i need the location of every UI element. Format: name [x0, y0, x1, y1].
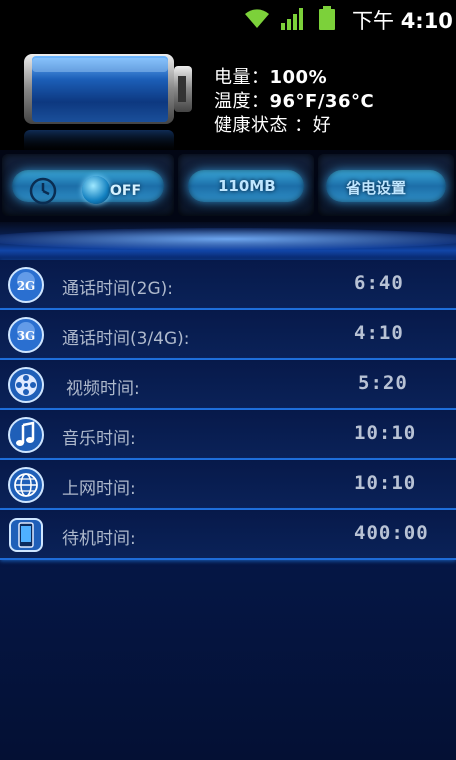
- battery-level-value: 100%: [269, 67, 328, 88]
- battery-level-label: 电量：: [214, 67, 270, 88]
- list-item: 视频时间: 5:20: [0, 360, 456, 410]
- power-settings-cell: 省电设置: [318, 154, 454, 216]
- usage-value: 5:20: [358, 372, 408, 394]
- power-mode-toggle-cell: OFF: [2, 154, 174, 216]
- memory-cell: 110MB: [178, 154, 314, 216]
- usage-label: 音乐时间:: [62, 429, 136, 449]
- battery-temperature: 温度：96°F/36°C: [214, 87, 374, 113]
- list-item: 上网时间: 10:10: [0, 460, 456, 510]
- usage-value: 6:40: [354, 272, 404, 294]
- usage-value: 400:00: [354, 522, 429, 544]
- usage-label: 通话时间(2G):: [62, 279, 173, 299]
- health-value: 好: [312, 115, 332, 136]
- usage-time-list: 2G 通话时间(2G): 6:40 3G 通话时间(3/4G): 4:10 视频…: [0, 260, 456, 760]
- battery-graphic-icon: [24, 54, 192, 154]
- 3g-icon: 3G: [8, 317, 44, 353]
- signal-strength-icon: [281, 8, 303, 30]
- glow-divider: [0, 222, 456, 260]
- usage-label: 视频时间:: [66, 379, 140, 399]
- battery-level: 电量：100%: [214, 63, 327, 89]
- usage-label: 通话时间(3/4G):: [62, 329, 190, 349]
- globe-icon: [8, 467, 44, 503]
- svg-text:2G: 2G: [17, 279, 36, 293]
- glow-highlight: [0, 228, 456, 250]
- usage-value: 10:10: [354, 422, 417, 444]
- status-bar: 下午 4:10: [0, 0, 456, 36]
- usage-label: 上网时间:: [62, 479, 136, 499]
- status-clock: 下午 4:10: [352, 5, 453, 35]
- phone-standby-icon: [9, 518, 43, 552]
- music-note-icon: [8, 417, 44, 453]
- wifi-icon: [245, 9, 269, 28]
- time-prefix: 下午: [352, 9, 394, 33]
- film-reel-icon: [8, 367, 44, 403]
- toggle-state-label: OFF: [110, 183, 142, 199]
- battery-status-icon: [319, 6, 335, 30]
- usage-value: 10:10: [354, 472, 417, 494]
- usage-value: 4:10: [354, 322, 404, 344]
- list-item: 2G 通话时间(2G): 6:40: [0, 260, 456, 310]
- temperature-value: 96°F/36°C: [269, 91, 375, 112]
- power-settings-label: 省电设置: [346, 179, 407, 197]
- clock-icon: [29, 177, 57, 205]
- list-item: 3G 通话时间(3/4G): 4:10: [0, 310, 456, 360]
- svg-text:3G: 3G: [17, 329, 36, 343]
- list-item: 待机时间: 400:00: [0, 510, 456, 560]
- 2g-icon: 2G: [8, 267, 44, 303]
- battery-health: 健康状态 ：好: [214, 111, 331, 137]
- toggle-knob[interactable]: [82, 176, 110, 204]
- health-label: 健康状态 ：: [214, 115, 313, 136]
- battery-header: 电量：100% 温度：96°F/36°C 健康状态 ：好: [0, 36, 456, 154]
- temperature-label: 温度：: [214, 91, 270, 112]
- usage-label: 待机时间:: [62, 529, 136, 549]
- list-item: 音乐时间: 10:10: [0, 410, 456, 460]
- time-value: 4:10: [400, 9, 453, 33]
- toolbar: OFF 110MB 省电设置: [0, 150, 456, 222]
- memory-value: 110MB: [218, 177, 276, 195]
